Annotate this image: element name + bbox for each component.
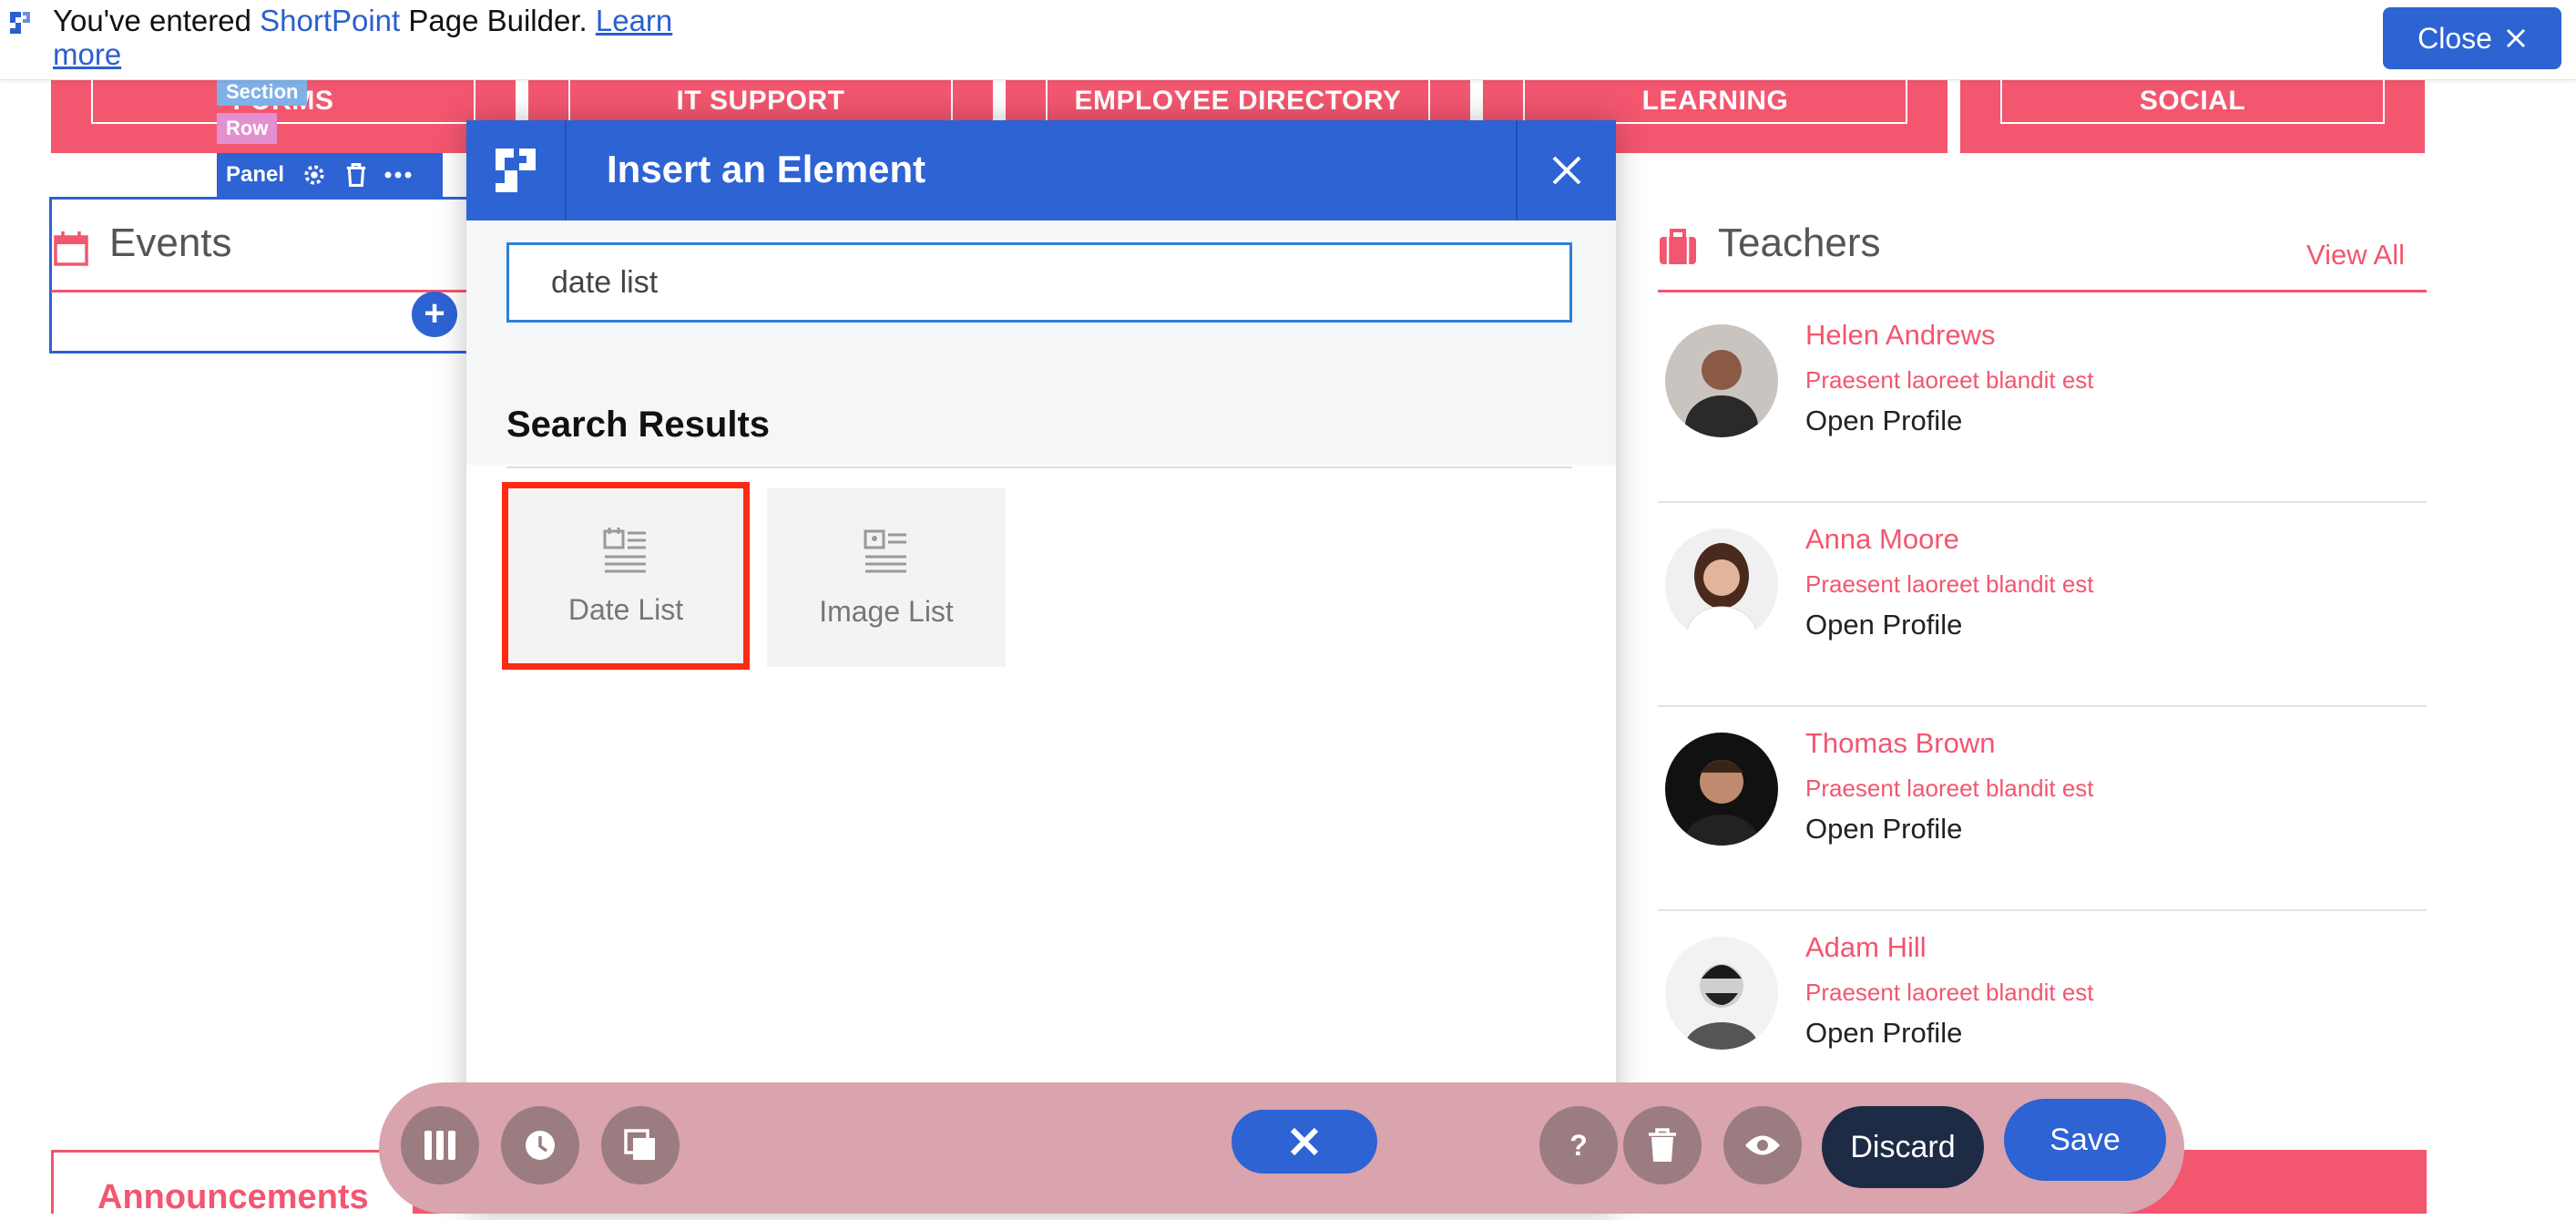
briefcase-icon [1660, 229, 1696, 264]
modal-logo [466, 120, 567, 220]
teacher-name[interactable]: Anna Moore [1805, 523, 1959, 556]
discard-button[interactable]: Discard [1822, 1106, 1984, 1188]
preview-button[interactable] [1723, 1106, 1802, 1184]
message-suffix: Page Builder. [400, 4, 596, 37]
date-list-element-card[interactable]: Date List [502, 482, 750, 670]
nav-tile-social[interactable]: SOCIAL [1960, 80, 2425, 153]
teacher-name[interactable]: Helen Andrews [1805, 319, 1996, 352]
avatar [1665, 937, 1778, 1050]
open-profile-link[interactable]: Open Profile [1805, 405, 1962, 437]
teacher-item: Anna Moore Praesent laoreet blandit est … [1658, 505, 2427, 707]
teacher-subtitle: Praesent laoreet blandit est [1805, 366, 2094, 394]
message-prefix: You've entered [53, 4, 261, 37]
modal-header: Insert an Element [466, 120, 1616, 220]
modal-title: Insert an Element [607, 148, 926, 190]
panel-toolbar: Panel [217, 153, 443, 197]
events-divider [51, 290, 470, 292]
builder-dock: ? Discard Save [379, 1082, 2184, 1214]
delete-trash-icon[interactable] [344, 162, 368, 188]
teacher-subtitle: Praesent laoreet blandit est [1805, 570, 2094, 598]
open-profile-link[interactable]: Open Profile [1805, 1017, 1962, 1050]
element-search-input[interactable] [506, 242, 1572, 323]
teacher-item: Helen Andrews Praesent laoreet blandit e… [1658, 301, 2427, 503]
close-icon [1290, 1127, 1319, 1156]
avatar [1665, 324, 1778, 437]
builder-message: You've entered ShortPoint Page Builder. … [53, 4, 690, 71]
view-all-link[interactable]: View All [2306, 239, 2405, 272]
layers-icon [624, 1129, 655, 1160]
open-profile-link[interactable]: Open Profile [1805, 609, 1962, 641]
calendar-icon [54, 231, 88, 266]
avatar [1665, 733, 1778, 846]
panel-tag[interactable]: Panel [226, 162, 284, 188]
element-card-label: Image List [819, 594, 954, 628]
image-list-element-card[interactable]: Image List [767, 488, 1006, 667]
help-button[interactable]: ? [1539, 1106, 1618, 1184]
help-icon: ? [1569, 1129, 1588, 1162]
announcements-label: Announcements [51, 1150, 415, 1216]
teacher-subtitle: Praesent laoreet blandit est [1805, 774, 2094, 802]
close-builder-label: Close [2418, 21, 2492, 55]
teachers-title: Teachers [1718, 220, 1881, 265]
delete-button[interactable] [1623, 1106, 1702, 1184]
teachers-divider [1658, 290, 2427, 292]
add-element-plus-icon[interactable]: + [412, 292, 457, 337]
settings-gear-icon[interactable] [301, 161, 328, 189]
element-card-label: Date List [567, 592, 684, 626]
results-heading: Search Results [506, 405, 771, 445]
teacher-name[interactable]: Adam Hill [1805, 931, 1927, 964]
shortpoint-logo-icon [10, 12, 30, 34]
teacher-subtitle: Praesent laoreet blandit est [1805, 979, 2094, 1006]
avatar [1665, 528, 1778, 641]
results-divider [506, 466, 1572, 468]
nav-tile-label: EMPLOYEE DIRECTORY [1046, 80, 1430, 124]
dock-close-button[interactable] [1232, 1110, 1377, 1174]
preview-icon [1745, 1135, 1780, 1155]
open-profile-link[interactable]: Open Profile [1805, 813, 1962, 846]
section-tag[interactable]: Section [217, 78, 308, 106]
close-icon [1552, 156, 1581, 185]
teacher-item: Adam Hill Praesent laoreet blandit est O… [1658, 913, 2427, 1086]
save-button[interactable]: Save [2004, 1099, 2166, 1181]
shortpoint-logo-icon [496, 149, 536, 192]
columns-icon [424, 1131, 455, 1160]
events-title: Events [109, 220, 232, 265]
teacher-item: Thomas Brown Praesent laoreet blandit es… [1658, 709, 2427, 911]
columns-button[interactable] [401, 1106, 479, 1184]
builder-notification-bar: You've entered ShortPoint Page Builder. … [0, 0, 2576, 80]
nav-tile-label: IT SUPPORT [568, 80, 953, 124]
layers-button[interactable] [601, 1106, 680, 1184]
nav-tile-label: SOCIAL [2000, 80, 2385, 124]
date-list-icon [603, 527, 646, 572]
insert-element-modal: Insert an Element Search Results Date Li… [466, 120, 1616, 1214]
image-list-icon [864, 529, 906, 572]
trash-icon [1649, 1128, 1676, 1162]
close-builder-button[interactable]: Close [2383, 7, 2561, 69]
history-icon [526, 1131, 555, 1160]
brand-name: ShortPoint [260, 4, 401, 37]
close-icon [2506, 28, 2525, 48]
row-tag[interactable]: Row [217, 113, 278, 144]
more-options-icon[interactable] [384, 170, 412, 179]
history-button[interactable] [501, 1106, 579, 1184]
svg-text:?: ? [1569, 1129, 1588, 1162]
nav-tile-label: LEARNING [1523, 80, 1907, 124]
modal-close-button[interactable] [1516, 120, 1616, 220]
teacher-name[interactable]: Thomas Brown [1805, 727, 1995, 760]
